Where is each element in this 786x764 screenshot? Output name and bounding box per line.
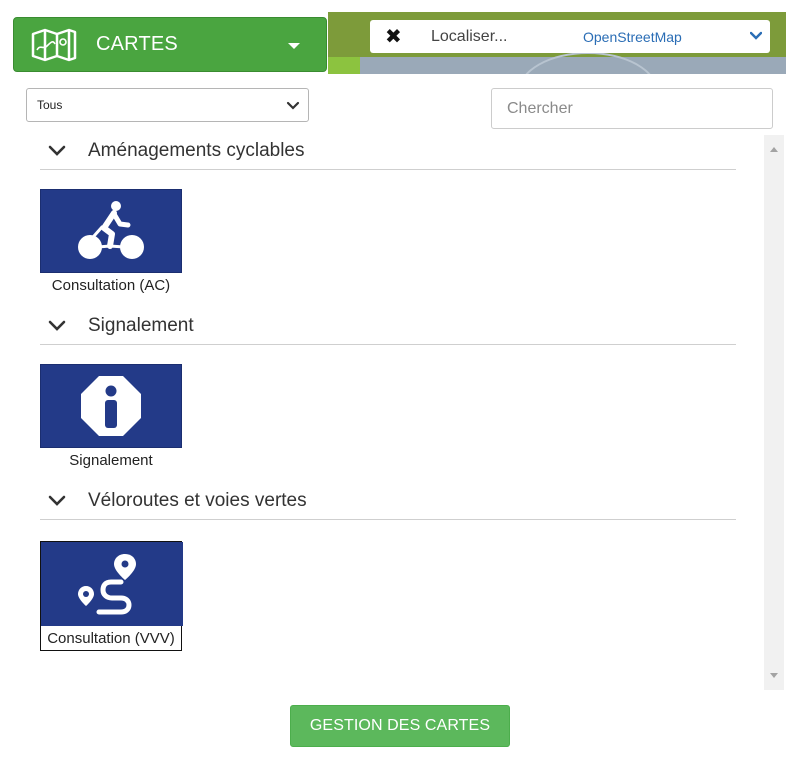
chevron-down-icon [48,495,66,506]
map-road-curve [518,52,658,74]
cartes-label: CARTES [96,33,178,55]
tile-thumbnail [40,364,182,448]
tile-caption: Consultation (AC) [51,277,171,294]
tile-caption: Signalement [69,452,153,469]
chevron-down-icon [48,320,66,331]
basemap-select[interactable]: OpenStreetMap [583,29,682,45]
caret-down-icon [288,43,300,49]
map-green-area [328,57,360,74]
map-tile-signalement[interactable]: Signalement [40,364,182,472]
map-tile-consultation-vvv[interactable]: Consultation (VVV) [40,541,183,651]
route-icon [78,554,136,615]
section-title: Signalement [88,314,194,336]
locate-bar: ✖ Localiser... OpenStreetMap [370,20,770,53]
section-title: Aménagements cyclables [88,139,305,161]
section-header-veloroutes[interactable]: Véloroutes et voies vertes [40,482,736,520]
category-filter-value: Tous [37,98,63,112]
chevron-down-icon [48,145,66,156]
locate-input[interactable]: Localiser... [431,28,561,46]
tile-thumbnail [41,542,183,626]
category-filter-select[interactable]: Tous [26,88,309,122]
scroll-down-arrow-icon[interactable] [770,673,778,678]
cartes-dropdown-button[interactable]: CARTES [13,17,327,72]
section-header-signalement[interactable]: Signalement [40,307,736,345]
chevron-down-icon [286,101,300,110]
chevron-down-icon[interactable] [750,31,762,41]
folded-map-icon [31,28,77,61]
section-header-amenagements[interactable]: Aménagements cyclables [40,132,736,170]
tile-thumbnail [40,189,182,273]
search-input[interactable] [491,88,773,129]
list-scrollbar[interactable] [764,135,784,690]
close-icon[interactable]: ✖ [385,27,402,47]
info-icon [81,376,141,436]
tile-caption: Consultation (VVV) [47,630,175,647]
section-title: Véloroutes et voies vertes [88,489,307,511]
bicycle-icon [78,201,144,259]
map-tile-consultation-ac[interactable]: Consultation (AC) [40,189,182,297]
scroll-up-arrow-icon[interactable] [770,147,778,152]
map-list: Aménagements cyclables Consultation (AC)… [0,132,760,692]
manage-maps-button[interactable]: GESTION DES CARTES [290,705,510,747]
